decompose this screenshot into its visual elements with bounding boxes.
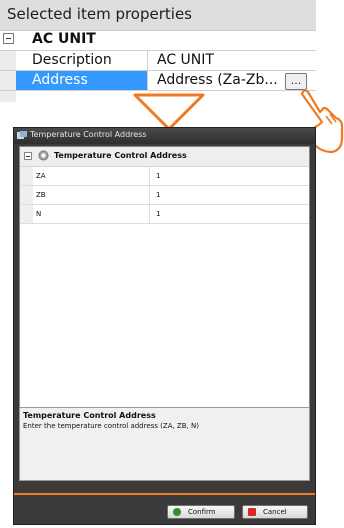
- property-value[interactable]: Address (Za-Zb...: [149, 71, 278, 90]
- dialog-titlebar[interactable]: Temperature Control Address: [14, 128, 315, 144]
- property-row-description[interactable]: Description AC UNIT: [0, 51, 316, 71]
- cancel-button[interactable]: Cancel: [242, 505, 308, 519]
- property-value[interactable]: AC UNIT: [149, 51, 214, 70]
- property-row-za[interactable]: ZA 1: [20, 167, 309, 186]
- confirm-button[interactable]: Confirm: [167, 505, 235, 519]
- property-value[interactable]: 1: [156, 205, 160, 223]
- close-icon: [248, 508, 256, 516]
- properties-title: Selected item properties: [7, 5, 192, 23]
- accent-divider: [14, 493, 315, 495]
- category-label: AC UNIT: [32, 31, 96, 47]
- pointer-arrow-icon: [133, 93, 205, 131]
- check-icon: [173, 508, 181, 516]
- cancel-label: Cancel: [263, 508, 287, 516]
- app-icon: [17, 131, 27, 139]
- description-title: Temperature Control Address: [23, 411, 156, 420]
- description-panel: Temperature Control Address Enter the te…: [19, 407, 310, 481]
- category-row[interactable]: Temperature Control Address: [20, 147, 309, 167]
- property-name: ZB: [33, 186, 150, 204]
- description-text: Enter the temperature control address (Z…: [23, 422, 199, 430]
- property-name: ZA: [33, 167, 150, 185]
- property-row-n[interactable]: N 1: [20, 205, 309, 224]
- collapse-icon[interactable]: [24, 152, 32, 160]
- property-row-zb[interactable]: ZB 1: [20, 186, 309, 205]
- property-name: Address: [16, 71, 148, 90]
- confirm-label: Confirm: [188, 508, 216, 516]
- property-name: Description: [16, 51, 148, 70]
- gear-icon: [38, 150, 49, 161]
- category-row-ac-unit[interactable]: AC UNIT: [0, 31, 316, 51]
- dialog-title: Temperature Control Address: [30, 130, 147, 139]
- category-label: Temperature Control Address: [54, 151, 187, 160]
- property-name: N: [33, 205, 150, 223]
- collapse-icon[interactable]: [3, 33, 14, 44]
- row-gutter: [20, 186, 33, 204]
- property-value[interactable]: 1: [156, 186, 160, 204]
- row-gutter: [20, 167, 33, 185]
- address-dialog: Temperature Control Address Temperature …: [13, 127, 316, 525]
- properties-panel: Selected item properties AC UNIT Descrip…: [0, 0, 316, 102]
- properties-header: Selected item properties: [0, 0, 316, 31]
- row-gutter: [20, 205, 33, 223]
- property-row-address[interactable]: Address Address (Za-Zb... ...: [0, 71, 316, 91]
- property-value[interactable]: 1: [156, 167, 160, 185]
